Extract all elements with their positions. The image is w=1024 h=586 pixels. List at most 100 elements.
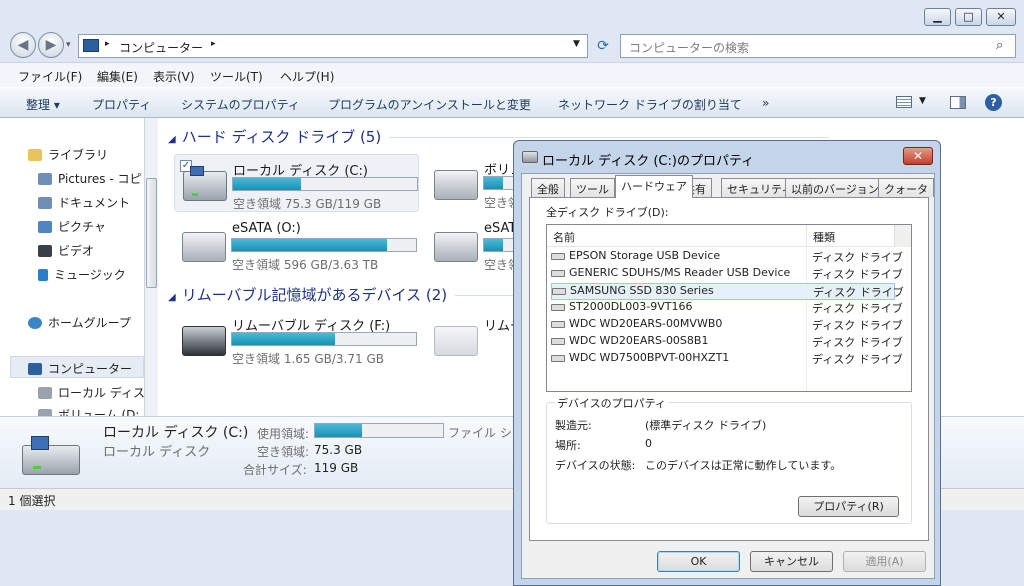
minimize-button[interactable]: ▁ xyxy=(924,8,951,26)
cancel-button[interactable]: キャンセル xyxy=(750,551,833,572)
nav-documents[interactable]: ドキュメント xyxy=(38,194,130,211)
map-network-drive-button[interactable]: ネットワーク ドライブの割り当て xyxy=(558,96,742,113)
close-button[interactable]: ✕ xyxy=(986,8,1016,26)
menu-tools[interactable]: ツール(T) xyxy=(210,68,263,85)
device-type: ディスク ドライブ xyxy=(812,251,903,264)
list-item[interactable]: ST2000DL003-9VT166 ディスク ドライブ xyxy=(551,300,903,317)
search-icon[interactable]: ⌕ xyxy=(996,38,1003,53)
menu-help[interactable]: ヘルプ(H) xyxy=(280,68,334,85)
filesystem-label: ファイル シ xyxy=(448,426,512,440)
drive-icon xyxy=(522,151,538,163)
menu-view[interactable]: 表示(V) xyxy=(153,68,195,85)
maximize-button[interactable]: □ xyxy=(955,8,982,26)
nav-label: ピクチャ xyxy=(58,220,106,234)
drive-esata-2[interactable]: eSATA 空き領 xyxy=(426,216,526,274)
nav-music[interactable]: ミュージック xyxy=(38,266,126,283)
list-item[interactable]: GENERIC SDUHS/MS Reader USB Device ディスク ド… xyxy=(551,266,903,283)
dialog-body: 全般 ツール 共有 セキュリティ 以前のバージョン クォータ 全ディスク ドライ… xyxy=(521,173,935,579)
uninstall-button[interactable]: プログラムのアンインストールと変更 xyxy=(328,96,531,113)
hdd-icon xyxy=(551,270,565,277)
header-filler xyxy=(894,225,911,247)
menu-file[interactable]: ファイル(F) xyxy=(18,68,82,85)
nav-label: ビデオ xyxy=(58,244,95,258)
folder-icon xyxy=(38,173,52,185)
back-button[interactable]: ◀ xyxy=(10,32,36,58)
nav-computer[interactable]: コンピューター xyxy=(28,360,132,377)
tab-tools[interactable]: ツール xyxy=(570,178,615,197)
tab-general[interactable]: 全般 xyxy=(531,178,565,197)
tab-previous-versions[interactable]: 以前のバージョン xyxy=(785,178,885,197)
details-name: ローカル ディスク (C:) xyxy=(103,425,249,441)
drives-listbox[interactable]: 名前 種類 EPSON Storage USB Device ディスク ドライブ … xyxy=(546,224,912,392)
nav-videos[interactable]: ビデオ xyxy=(38,242,94,259)
manufacturer-value: (標準ディスク ドライブ) xyxy=(645,419,767,432)
column-header-type[interactable]: 種類 xyxy=(813,229,835,245)
drive-removable-2[interactable]: リムー xyxy=(426,310,526,368)
search-input[interactable]: コンピューターの検索 xyxy=(620,34,1016,58)
pictures-icon xyxy=(38,221,52,233)
list-item[interactable]: WDC WD7500BPVT-00HXZT1 ディスク ドライブ xyxy=(551,351,903,368)
device-name: ST2000DL003-9VT166 xyxy=(569,300,693,313)
hdd-icon xyxy=(551,338,565,345)
device-properties-group: デバイスのプロパティ 製造元: (標準ディスク ドライブ) 場所: 0 デバイス… xyxy=(546,395,912,524)
dialog-close-button[interactable]: ✕ xyxy=(903,147,933,165)
tab-quota[interactable]: クォータ xyxy=(878,178,934,197)
nav-homegroup[interactable]: ホームグループ xyxy=(28,314,131,331)
drive-free-space: 空き領域 75.3 GB/119 GB xyxy=(233,197,382,211)
group-header-removable[interactable]: ◢ リムーバブル記憶域があるデバイス (2) xyxy=(168,284,516,305)
nav-pictures-library[interactable]: Pictures - コピ xyxy=(38,170,141,187)
nav-local-disk[interactable]: ローカル ディス xyxy=(38,384,145,401)
device-type: ディスク ドライブ xyxy=(812,302,903,315)
device-type: ディスク ドライブ xyxy=(812,319,903,332)
address-dropdown-icon[interactable]: ▼ xyxy=(573,39,580,49)
list-item[interactable]: EPSON Storage USB Device ディスク ドライブ xyxy=(551,249,903,266)
menu-bar: ファイル(F) 編集(E) 表示(V) ツール(T) ヘルプ(H) xyxy=(0,62,1024,87)
help-icon[interactable]: ? xyxy=(985,94,1002,111)
column-divider[interactable] xyxy=(806,225,807,247)
all-drives-label: 全ディスク ドライブ(D): xyxy=(546,206,669,219)
apply-button[interactable]: 適用(A) xyxy=(843,551,926,572)
device-type: ディスク ドライブ xyxy=(813,286,904,299)
more-commands-button[interactable]: » xyxy=(762,96,769,110)
preview-pane-icon[interactable] xyxy=(950,96,966,109)
refresh-icon[interactable]: ⟳ xyxy=(592,34,614,58)
drive-usage-bar xyxy=(231,332,417,346)
ok-button[interactable]: OK xyxy=(657,551,740,572)
drive-esata-o[interactable]: eSATA (O:) 空き領域 596 GB/3.63 TB xyxy=(174,216,419,274)
recent-pages-icon[interactable]: ▾ xyxy=(66,40,71,50)
system-properties-button[interactable]: システムのプロパティ xyxy=(181,96,300,113)
view-dropdown-icon[interactable]: ▼ xyxy=(919,96,926,106)
drive-icon xyxy=(434,326,478,356)
menu-edit[interactable]: 編集(E) xyxy=(97,68,138,85)
drive-removable-f[interactable]: リムーバブル ディスク (F:) 空き領域 1.65 GB/3.71 GB xyxy=(174,310,419,368)
hardware-tab-panel: 全ディスク ドライブ(D): 名前 種類 EPSON Storage USB D… xyxy=(529,197,929,541)
usage-fill xyxy=(233,178,302,190)
column-header-name[interactable]: 名前 xyxy=(553,229,575,245)
forward-button[interactable]: ▶ xyxy=(38,32,64,58)
drive-usage-bar xyxy=(231,238,417,252)
breadcrumb-arrow-icon[interactable]: ▸ xyxy=(211,39,216,49)
device-properties-button[interactable]: プロパティ(R) xyxy=(798,496,899,517)
scroll-thumb[interactable] xyxy=(146,178,157,288)
list-item[interactable]: WDC WD20EARS-00MVWB0 ディスク ドライブ xyxy=(551,317,903,334)
list-header: 名前 種類 xyxy=(547,225,911,247)
properties-button[interactable]: プロパティ xyxy=(92,96,151,113)
nav-scrollbar[interactable] xyxy=(144,118,158,416)
drive-volume-d[interactable]: ボリュ 空き領 xyxy=(426,154,526,212)
organize-button[interactable]: 整理 ▾ xyxy=(26,96,60,113)
nav-pictures[interactable]: ピクチャ xyxy=(38,218,106,235)
nav-libraries[interactable]: ライブラリ xyxy=(28,146,108,163)
breadcrumb-location[interactable]: コンピューター xyxy=(119,39,203,56)
address-bar[interactable]: ▸ コンピューター ▸ ▼ xyxy=(78,34,588,58)
drive-free-space: 空き領域 596 GB/3.63 TB xyxy=(232,258,379,272)
breadcrumb-arrow-icon[interactable]: ▸ xyxy=(105,39,110,49)
change-view-icon[interactable] xyxy=(896,96,912,108)
list-item[interactable]: WDC WD20EARS-00S8B1 ディスク ドライブ xyxy=(551,334,903,351)
drive-icon xyxy=(182,326,226,356)
details-type: ローカル ディスク xyxy=(103,445,211,460)
device-name: WDC WD20EARS-00MVWB0 xyxy=(569,317,723,330)
drive-name: eSATA (O:) xyxy=(232,221,301,236)
tab-hardware[interactable]: ハードウェア xyxy=(615,175,693,198)
list-item-selected[interactable]: SAMSUNG SSD 830 Series ディスク ドライブ xyxy=(551,283,904,300)
drive-local-c[interactable]: ✓ ローカル ディスク (C:) 空き領域 75.3 GB/119 GB xyxy=(174,154,419,212)
